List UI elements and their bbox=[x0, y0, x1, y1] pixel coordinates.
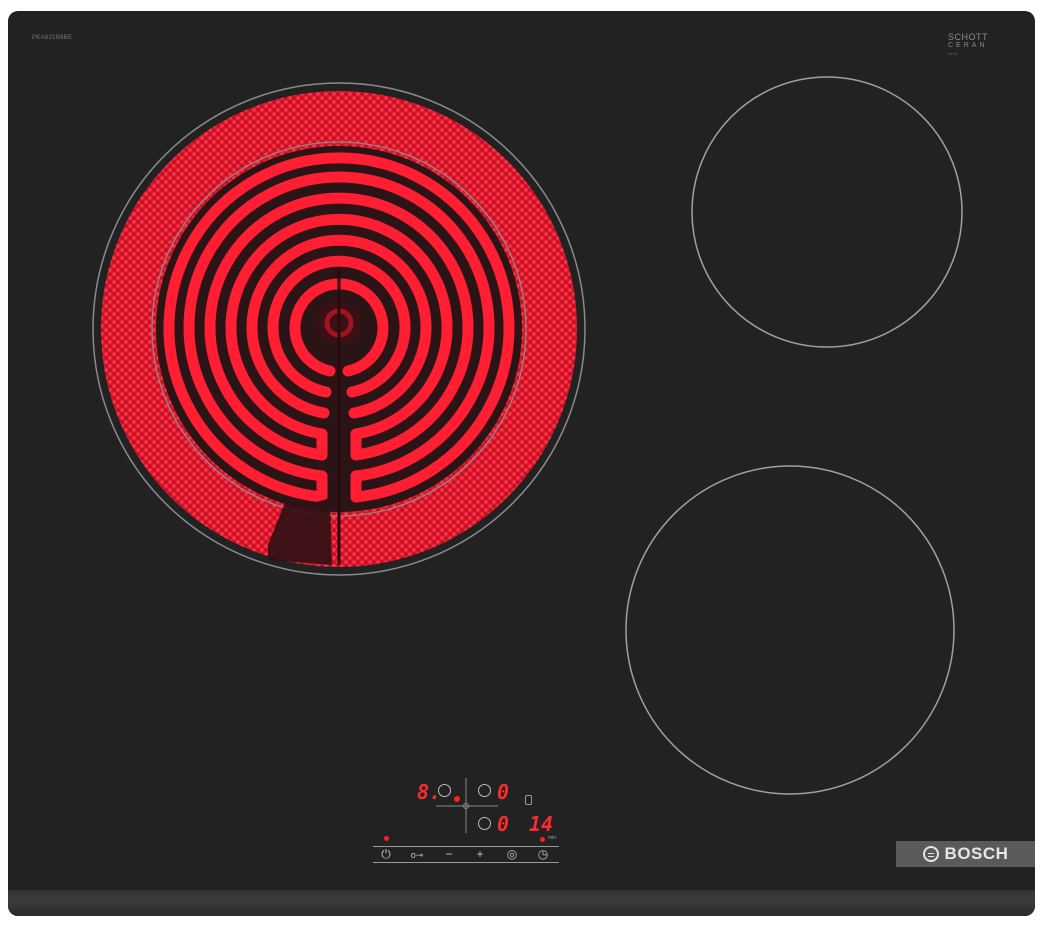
control-strip-bottom-line bbox=[373, 862, 559, 863]
timer-active-dot bbox=[540, 837, 545, 842]
power-active-dot bbox=[384, 836, 389, 841]
bosch-armature-icon bbox=[922, 846, 939, 862]
plus-button[interactable]: + bbox=[466, 846, 494, 862]
timer-display: 14 bbox=[529, 812, 554, 836]
plus-icon: + bbox=[476, 847, 484, 861]
minus-button[interactable]: − bbox=[435, 846, 463, 862]
power-icon: ⏻ bbox=[381, 847, 391, 861]
left-zone-indicator-icon bbox=[438, 784, 451, 797]
key-icon: o⊸ bbox=[410, 850, 424, 860]
dual-zone-indicator-icon bbox=[525, 795, 532, 805]
dual-ring-icon: ◎ bbox=[506, 847, 518, 861]
zone-front-right bbox=[625, 465, 955, 795]
cooking-zones bbox=[92, 76, 963, 833]
brand-name: BOSCH bbox=[944, 844, 1009, 863]
front-right-zone-indicator-icon bbox=[478, 817, 491, 830]
zone-front-left bbox=[92, 82, 586, 576]
bosch-logo-badge: BOSCH bbox=[896, 841, 1035, 867]
dual-zone-button[interactable]: ◎ bbox=[498, 846, 526, 862]
timer-button[interactable]: ◷ bbox=[529, 846, 557, 862]
timer-unit-label: min bbox=[548, 835, 557, 841]
minus-icon: − bbox=[445, 847, 453, 861]
power-button[interactable]: ⏻ bbox=[372, 846, 400, 862]
left-zone-active-dot bbox=[454, 796, 460, 802]
front-right-level-display: 0 bbox=[497, 812, 510, 836]
rear-right-level-display: 0 bbox=[497, 780, 510, 804]
timer-icon: ◷ bbox=[537, 847, 549, 861]
rear-right-zone-indicator-icon bbox=[478, 784, 491, 797]
zone-rear-right bbox=[691, 76, 963, 348]
child-lock-button[interactable]: o⊸ bbox=[403, 846, 431, 862]
